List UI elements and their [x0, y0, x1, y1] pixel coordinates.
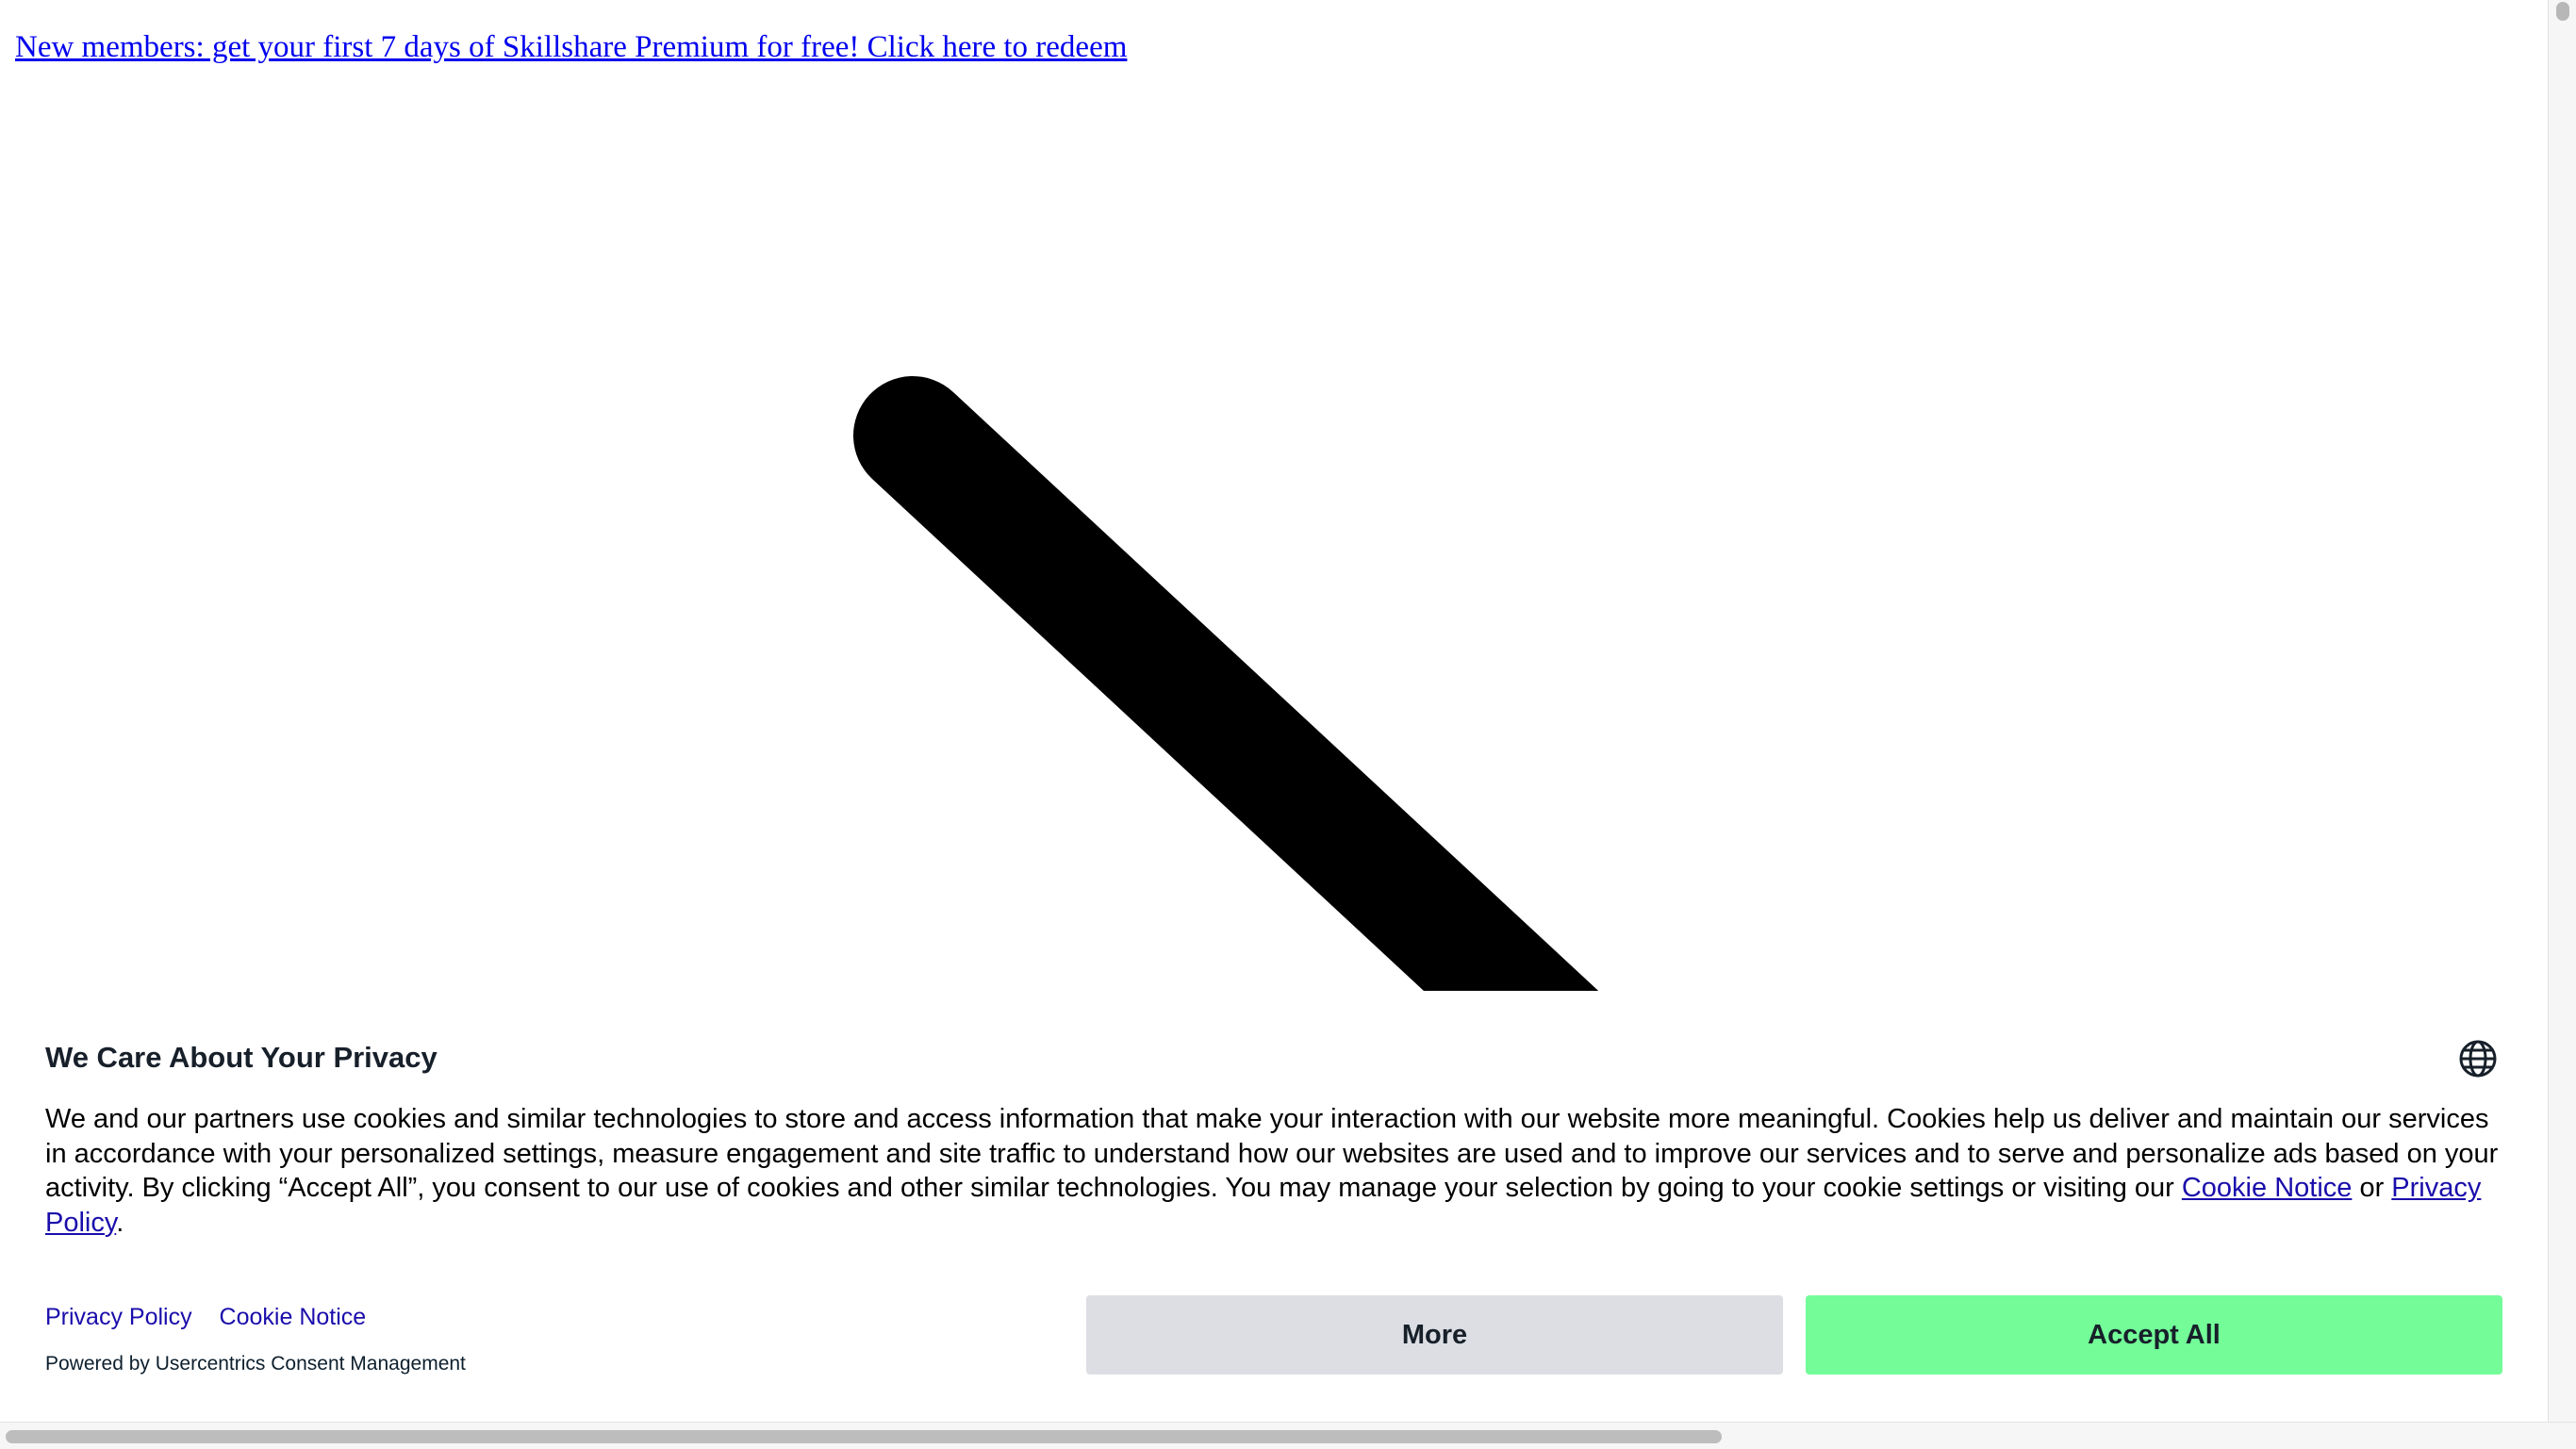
globe-icon[interactable] — [2458, 1039, 2498, 1079]
cookie-notice-link[interactable]: Cookie Notice — [220, 1304, 367, 1330]
accept-all-button[interactable]: Accept All — [1806, 1295, 2502, 1375]
cookie-notice-inline-link[interactable]: Cookie Notice — [2182, 1173, 2353, 1203]
or-text: or — [2352, 1173, 2392, 1203]
consent-body-text: We and our partners use cookies and simi… — [45, 1104, 2499, 1203]
diagonal-stroke-graphic — [853, 376, 1599, 991]
vertical-scrollbar-thumb[interactable] — [2556, 2, 2569, 21]
powered-by-text: Powered by Usercentrics Consent Manageme… — [45, 1353, 466, 1375]
consent-footer-links: Privacy Policy Cookie Notice — [45, 1302, 387, 1332]
more-button[interactable]: More — [1086, 1295, 1783, 1375]
privacy-policy-link[interactable]: Privacy Policy — [45, 1304, 192, 1330]
vertical-scrollbar[interactable] — [2548, 0, 2576, 1422]
consent-title: We Care About Your Privacy — [45, 1041, 438, 1074]
period-text: . — [116, 1207, 124, 1238]
consent-description: We and our partners use cookies and simi… — [45, 1102, 2516, 1240]
page: New members: get your first 7 days of Sk… — [0, 0, 2548, 1422]
horizontal-scrollbar[interactable] — [0, 1422, 2576, 1449]
horizontal-scrollbar-thumb[interactable] — [6, 1430, 1722, 1443]
